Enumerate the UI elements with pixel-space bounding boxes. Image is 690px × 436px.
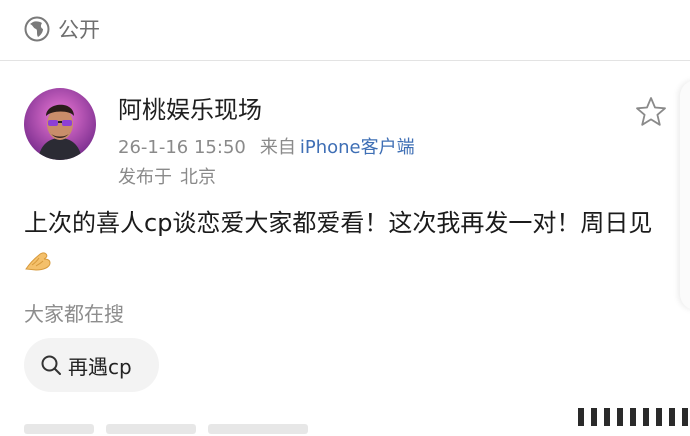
search-chip-label: 再遇cp [68, 354, 132, 379]
post-body: 上次的喜人cp谈恋爱大家都爱看！这次我再发一对！周日见 [24, 204, 674, 280]
location-prefix: 发布于 [118, 167, 172, 188]
post-timestamp: 26-1-16 15:50 [118, 137, 246, 158]
more-indicator [578, 408, 690, 426]
globe-icon [24, 16, 50, 42]
trending-search-header: 大家都在搜 [24, 302, 124, 326]
star-outline-icon[interactable] [634, 95, 668, 129]
search-icon [41, 355, 61, 375]
post-text: 上次的喜人cp谈恋爱大家都爱看！这次我再发一对！周日见 [24, 209, 653, 237]
pinched-fingers-emoji [25, 252, 51, 271]
source-app-link[interactable]: iPhone客户端 [300, 137, 415, 158]
faded-next-content [24, 424, 324, 436]
source-prefix: 来自 [259, 137, 296, 158]
author-name[interactable]: 阿桃娱乐现场 [118, 90, 262, 125]
post-meta: 26-1-16 15:50 来自 iPhone客户端 [118, 133, 415, 159]
divider [0, 60, 690, 61]
search-chip[interactable]: 再遇cp [24, 338, 159, 392]
visibility-label: 公开 [58, 18, 100, 42]
visibility-bar: 公开 [0, 0, 690, 58]
avatar-image [24, 88, 96, 160]
side-panel-edge [680, 80, 690, 310]
post-location: 发布于 北京 [118, 163, 216, 189]
location-city: 北京 [180, 167, 216, 188]
avatar[interactable] [24, 88, 96, 160]
